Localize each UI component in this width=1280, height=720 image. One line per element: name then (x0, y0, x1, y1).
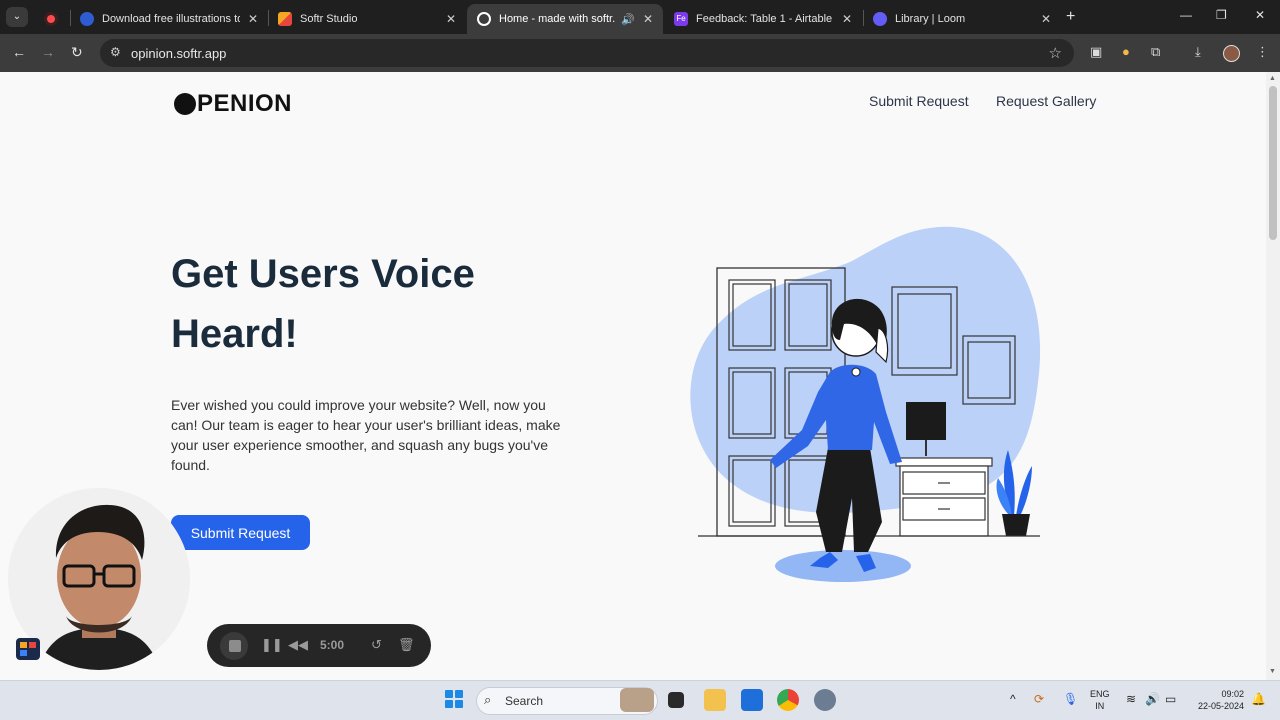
tab-groups-icon[interactable]: ▣ (1090, 44, 1102, 60)
windows-start-icon[interactable] (445, 690, 463, 708)
sync-icon[interactable]: ⟳ (1034, 692, 1044, 706)
tab-title: Softr Studio (300, 13, 358, 25)
recorder-logo-icon (16, 638, 40, 660)
address-bar[interactable]: ⚙ opinion.softr.app ☆ (100, 39, 1074, 67)
language-indicator[interactable]: ENG IN (1090, 688, 1110, 712)
tab-recording[interactable] (34, 4, 68, 34)
tray-overflow-icon[interactable]: ^ (1010, 692, 1016, 706)
close-tab-icon[interactable]: ✕ (248, 12, 258, 26)
menu-kebab-icon[interactable]: ⋮ (1256, 44, 1269, 60)
logo-dot (174, 93, 196, 115)
notification-bell-icon[interactable]: 🔔 (1251, 692, 1266, 706)
tab-title: Download free illustrations to p (102, 13, 240, 25)
download-icon[interactable]: ⤓ (1195, 44, 1201, 60)
desk (895, 457, 993, 537)
scroll-thumb[interactable] (1269, 86, 1277, 240)
minimize-button[interactable]: — (1180, 8, 1192, 22)
submit-request-button[interactable]: Submit Request (171, 515, 310, 550)
restart-icon[interactable]: ↺ (371, 637, 382, 653)
profile-avatar[interactable] (1223, 45, 1240, 62)
globe-favicon-icon (477, 12, 491, 26)
bookmark-star-icon[interactable]: ☆ (1049, 44, 1062, 62)
speaker-icon[interactable]: 🔊 (621, 13, 635, 26)
settings-app-icon[interactable] (814, 689, 836, 711)
logo-text: PENION (197, 90, 293, 117)
taskbar-search-label: Search (505, 694, 544, 708)
hero-description: Ever wished you could improve your websi… (171, 397, 561, 473)
site-info-icon[interactable]: ⚙ (110, 45, 121, 59)
page-content: PENION Submit Request Request Gallery Ge… (0, 72, 1266, 680)
site-logo[interactable]: PENION (174, 90, 292, 118)
back-arrow-icon[interactable]: ← (12, 44, 26, 60)
tab-title: Library | Loom (895, 13, 966, 25)
close-tab-icon[interactable]: ✕ (643, 12, 653, 26)
storyset-favicon-icon (80, 12, 94, 26)
close-tab-icon[interactable]: ✕ (1041, 12, 1051, 26)
puzzle-extensions-icon[interactable]: ⧉ (1151, 44, 1160, 60)
wifi-icon[interactable]: ≋ (1126, 692, 1136, 706)
monitor (906, 402, 946, 440)
trash-icon[interactable]: 🗑 (398, 637, 415, 653)
search-highlight-icon[interactable] (620, 688, 654, 712)
scroll-down-arrow-icon[interactable]: ▼ (1269, 668, 1276, 675)
nav-submit-request[interactable]: Submit Request (869, 93, 969, 109)
extension-icon[interactable]: ● (1122, 44, 1130, 59)
file-explorer-icon[interactable] (704, 689, 726, 711)
clock-time: 09:02 (1221, 689, 1244, 699)
battery-icon[interactable]: ▭ (1165, 692, 1176, 706)
floor-shadow (775, 550, 911, 582)
restore-button[interactable]: ❐ (1216, 8, 1227, 22)
terminal-app-icon[interactable] (668, 692, 684, 708)
hero-illustration (690, 226, 1041, 582)
tab-softr-studio[interactable]: Softr Studio ✕ (268, 4, 466, 34)
url-text[interactable]: opinion.softr.app (131, 46, 226, 61)
tab-storyset[interactable]: Download free illustrations to p ✕ (70, 4, 268, 34)
hero-title: Get Users Voice Heard! (171, 252, 475, 356)
close-tab-icon[interactable]: ✕ (842, 12, 852, 26)
store-app-icon[interactable] (741, 689, 763, 711)
scroll-up-arrow-icon[interactable]: ▲ (1269, 75, 1276, 82)
stop-icon (229, 640, 241, 652)
airtable-favicon-icon: Fe (674, 12, 688, 26)
rewind-icon[interactable]: ◀◀ (288, 637, 308, 653)
browser-tab-bar: ⌄ Download free illustrations to p ✕ Sof… (0, 0, 1280, 34)
volume-icon[interactable]: 🔊 (1145, 692, 1160, 706)
clock-date: 22-05-2024 (1197, 701, 1244, 711)
tab-airtable[interactable]: Fe Feedback: Table 1 - Airtable ✕ (664, 4, 862, 34)
softr-favicon-icon (278, 12, 292, 26)
close-tab-icon[interactable]: ✕ (446, 12, 456, 26)
tab-search-button[interactable]: ⌄ (6, 7, 28, 27)
page-scrollbar[interactable]: ▲ ▼ (1266, 72, 1280, 680)
browser-toolbar: ← → ↻ ⚙ opinion.softr.app ☆ ▣ ● ⧉ ⤓ ⋮ (0, 34, 1280, 72)
new-tab-button[interactable]: + (1066, 8, 1075, 26)
tab-loom[interactable]: Library | Loom ✕ (863, 4, 1061, 34)
close-window-button[interactable]: ✕ (1255, 8, 1265, 22)
region-code: IN (1095, 701, 1105, 711)
nav-request-gallery[interactable]: Request Gallery (996, 93, 1096, 109)
search-icon: ⌕ (484, 692, 492, 707)
chrome-app-icon[interactable] (777, 689, 799, 711)
tab-title: Feedback: Table 1 - Airtable (696, 13, 833, 25)
loom-favicon-icon (873, 12, 887, 26)
forward-arrow-icon[interactable]: → (41, 44, 55, 60)
tab-title: Home - made with softr.io (499, 13, 616, 25)
tab-home-softr[interactable]: Home - made with softr.io 🔊 ✕ (467, 4, 663, 34)
language-code: ENG (1090, 689, 1110, 699)
microphone-icon[interactable]: 🎙 (1063, 692, 1078, 706)
recording-timer: 5:00 (320, 638, 345, 652)
clock[interactable]: 09:02 22-05-2024 (1190, 688, 1244, 712)
reload-icon[interactable]: ↻ (71, 44, 83, 61)
pause-icon[interactable]: ❚❚ (261, 637, 283, 653)
record-icon (44, 12, 58, 26)
